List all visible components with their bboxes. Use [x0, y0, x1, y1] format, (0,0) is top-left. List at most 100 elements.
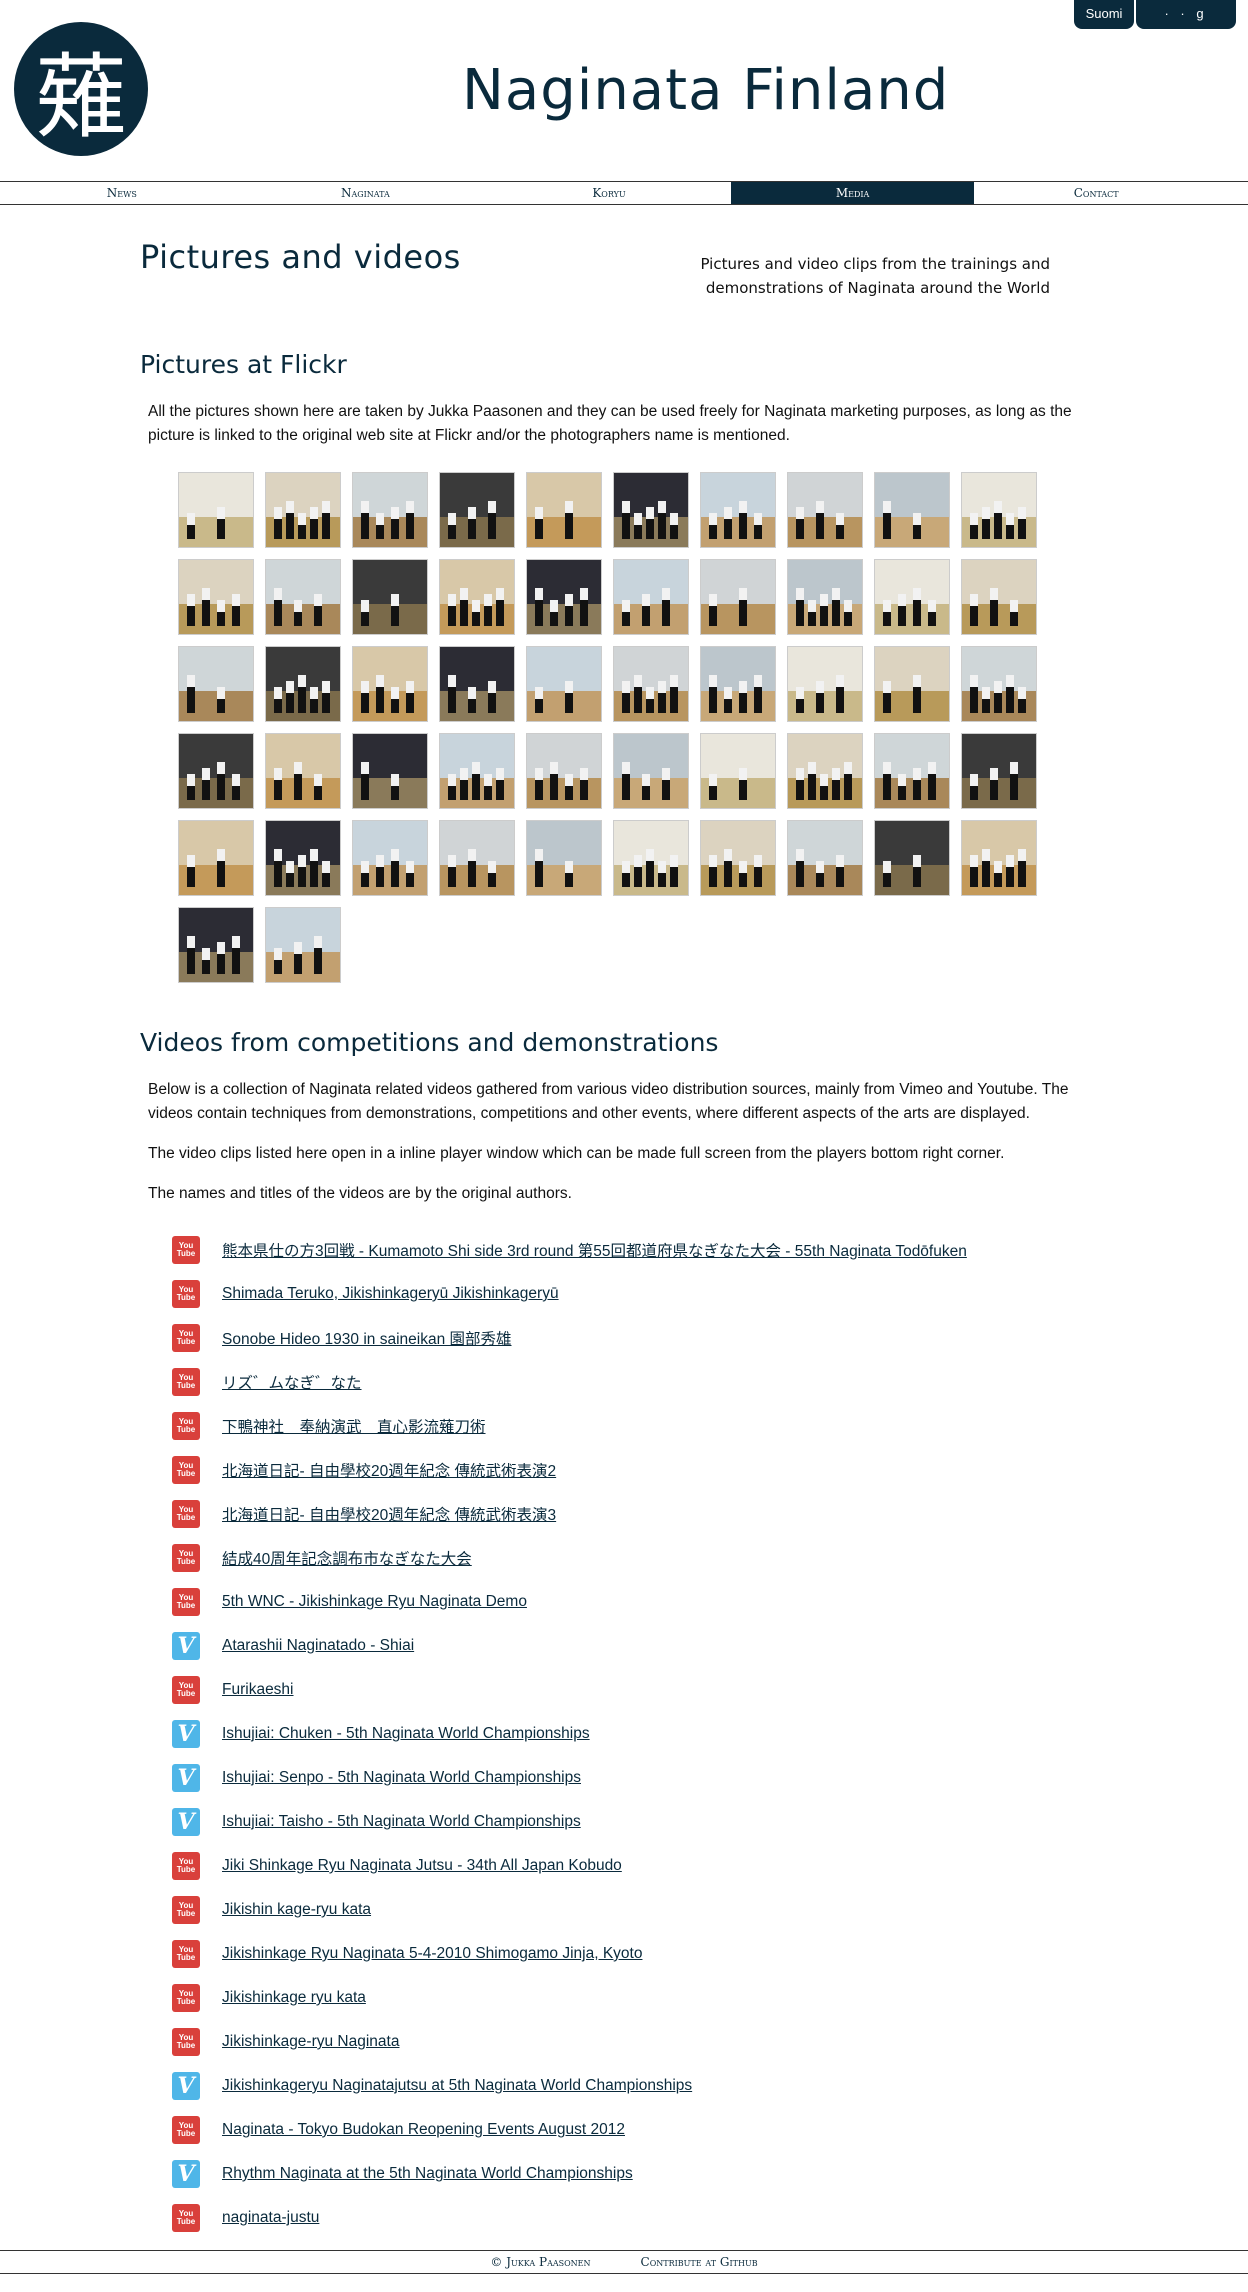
flickr-thumbnail[interactable] — [613, 646, 689, 722]
flickr-thumbnail[interactable] — [961, 820, 1037, 896]
video-link[interactable]: Ishujiai: Taisho - 5th Naginata World Ch… — [222, 1813, 581, 1831]
video-link[interactable]: Atarashii Naginatado - Shiai — [222, 1637, 414, 1655]
nav-item-koryu[interactable]: Koryu — [487, 182, 731, 204]
video-link[interactable]: Jikishinkage-ryu Naginata — [222, 2033, 399, 2051]
flickr-thumbnail[interactable] — [352, 733, 428, 809]
thumbnail-figure — [816, 681, 824, 713]
video-link[interactable]: Shimada Teruko, Jikishinkageryū Jikishin… — [222, 1285, 559, 1303]
flickr-thumbnail[interactable] — [439, 733, 515, 809]
video-link[interactable]: Sonobe Hideo 1930 in saineikan 園部秀雄 — [222, 1327, 512, 1349]
flickr-thumbnail[interactable] — [526, 559, 602, 635]
flickr-thumbnail[interactable] — [265, 559, 341, 635]
video-link[interactable]: Jiki Shinkage Ryu Naginata Jutsu - 34th … — [222, 1857, 622, 1875]
flickr-thumbnail[interactable] — [700, 472, 776, 548]
video-link[interactable]: Jikishin kage-ryu kata — [222, 1901, 371, 1919]
thumbnail-figure — [883, 762, 891, 800]
nav-item-news[interactable]: News — [0, 182, 244, 204]
video-link[interactable]: Ishujiai: Chuken - 5th Naginata World Ch… — [222, 1725, 590, 1743]
flickr-thumbnail[interactable] — [961, 559, 1037, 635]
flickr-thumbnail[interactable] — [265, 733, 341, 809]
video-link[interactable]: リズ゛ムなぎ゛なた — [222, 1371, 362, 1393]
video-link[interactable]: naginata-justu — [222, 2209, 319, 2227]
flickr-thumbnail[interactable] — [178, 733, 254, 809]
thumbnail-figure — [232, 594, 240, 626]
flickr-thumbnail[interactable] — [178, 907, 254, 983]
flickr-thumbnail[interactable] — [439, 646, 515, 722]
flickr-thumbnail[interactable] — [874, 820, 950, 896]
flickr-thumbnail[interactable] — [352, 472, 428, 548]
flickr-thumbnail[interactable] — [178, 646, 254, 722]
thumbnail-figure — [739, 588, 747, 626]
flickr-thumbnail[interactable] — [526, 472, 602, 548]
thumbnail-figure — [754, 513, 762, 539]
thumbnail-figure — [844, 762, 852, 800]
video-link[interactable]: 下鴨神社 奉納演武 直心影流薙刀術 — [222, 1415, 486, 1437]
site-logo[interactable]: 薙 — [14, 22, 148, 156]
flickr-thumbnail[interactable] — [439, 820, 515, 896]
flickr-thumbnail[interactable] — [700, 646, 776, 722]
flickr-thumbnail[interactable] — [178, 820, 254, 896]
video-link[interactable]: 熊本県仕の方3回戦 - Kumamoto Shi side 3rd round … — [222, 1239, 967, 1261]
thumbnail-figure — [709, 675, 717, 713]
video-link[interactable]: 5th WNC - Jikishinkage Ryu Naginata Demo — [222, 1593, 527, 1611]
video-link[interactable]: 結成40周年記念調布市なぎなた大会 — [222, 1547, 472, 1569]
flickr-thumbnail[interactable] — [439, 559, 515, 635]
flickr-thumbnail[interactable] — [700, 733, 776, 809]
flickr-thumbnail[interactable] — [961, 472, 1037, 548]
footer-github-link[interactable]: Contribute at Github — [641, 2251, 758, 2273]
flickr-thumbnail[interactable] — [700, 820, 776, 896]
video-link[interactable]: Jikishinkage ryu kata — [222, 1989, 366, 2007]
thumbnail-figure — [898, 594, 906, 626]
thumbnail-figure — [274, 507, 282, 539]
flickr-thumbnail[interactable] — [265, 820, 341, 896]
video-link[interactable]: Furikaeshi — [222, 1681, 294, 1699]
flickr-thumbnail[interactable] — [526, 820, 602, 896]
flickr-thumbnail[interactable] — [352, 820, 428, 896]
flickr-thumbnail[interactable] — [613, 820, 689, 896]
flickr-thumbnail[interactable] — [787, 472, 863, 548]
flickr-thumbnail[interactable] — [265, 907, 341, 983]
flickr-thumbnail[interactable] — [787, 820, 863, 896]
flickr-thumbnail[interactable] — [613, 559, 689, 635]
youtube-icon: You Tube — [172, 1984, 200, 2012]
flickr-thumbnail[interactable] — [787, 646, 863, 722]
flickr-thumbnail[interactable] — [787, 559, 863, 635]
flickr-thumbnail[interactable] — [961, 646, 1037, 722]
video-link[interactable]: 北海道日記- 自由學校20週年紀念 傳統武術表演3 — [222, 1503, 556, 1525]
flickr-thumbnail[interactable] — [265, 472, 341, 548]
video-link[interactable]: Jikishinkageryu Naginatajutsu at 5th Nag… — [222, 2077, 692, 2095]
vimeo-icon: V — [172, 2160, 200, 2188]
thumbnail-figure — [836, 675, 844, 713]
video-link[interactable]: Ishujiai: Senpo - 5th Naginata World Cha… — [222, 1769, 581, 1787]
flickr-thumbnail[interactable] — [526, 646, 602, 722]
nav-item-contact[interactable]: Contact — [974, 182, 1218, 204]
flickr-thumbnail[interactable] — [613, 472, 689, 548]
thumbnail-figure — [298, 675, 306, 713]
nav-item-naginata[interactable]: Naginata — [244, 182, 488, 204]
flickr-thumbnail[interactable] — [613, 733, 689, 809]
youtube-icon-text: Tube — [176, 1249, 196, 1258]
flickr-thumbnail[interactable] — [961, 733, 1037, 809]
flickr-thumbnail[interactable] — [265, 646, 341, 722]
video-link[interactable]: Jikishinkage Ryu Naginata 5-4-2010 Shimo… — [222, 1945, 642, 1963]
flickr-thumbnail[interactable] — [178, 559, 254, 635]
video-link[interactable]: 北海道日記- 自由學校20週年紀念 傳統武術表演2 — [222, 1459, 556, 1481]
flickr-thumbnail[interactable] — [874, 733, 950, 809]
flickr-thumbnail[interactable] — [352, 646, 428, 722]
flickr-thumbnail[interactable] — [874, 646, 950, 722]
thumbnail-figure — [496, 768, 504, 800]
video-link[interactable]: Rhythm Naginata at the 5th Naginata Worl… — [222, 2165, 633, 2183]
video-link[interactable]: Naginata - Tokyo Budokan Reopening Event… — [222, 2121, 625, 2139]
youtube-icon-text: Tube — [176, 1997, 196, 2006]
thumbnail-figure — [406, 501, 414, 539]
flickr-thumbnail[interactable] — [787, 733, 863, 809]
flickr-thumbnail[interactable] — [700, 559, 776, 635]
flickr-thumbnail[interactable] — [178, 472, 254, 548]
flickr-thumbnail[interactable] — [439, 472, 515, 548]
flickr-thumbnail[interactable] — [874, 472, 950, 548]
nav-item-media[interactable]: Media — [730, 182, 975, 204]
flickr-thumbnail[interactable] — [352, 559, 428, 635]
flickr-thumbnail[interactable] — [526, 733, 602, 809]
flickr-thumbnail[interactable] — [874, 559, 950, 635]
thumbnail-figure — [970, 594, 978, 626]
